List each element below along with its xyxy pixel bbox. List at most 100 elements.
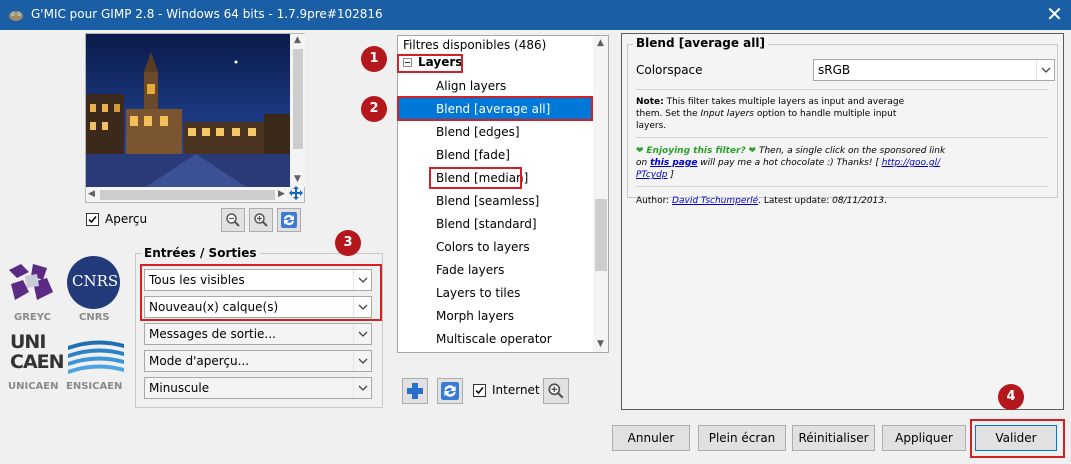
author-line: Author: David Tschumperlé. Latest update… <box>636 196 887 206</box>
filter-item[interactable]: Blend [seamless] <box>399 190 592 213</box>
filter-item[interactable]: Colors to layers <box>399 236 592 259</box>
preview-size-select[interactable]: Minuscule <box>144 377 372 399</box>
scroll-left-icon[interactable]: ◀ <box>88 189 95 199</box>
step-badge-4: 4 <box>998 384 1024 410</box>
ensicaen-logo-icon <box>68 340 124 374</box>
preview-vertical-scrollbar[interactable]: ▲ ▼ <box>291 34 305 187</box>
plus-icon <box>407 383 423 399</box>
filter-item[interactable]: Morph layers <box>399 305 592 328</box>
step-badge-3: 3 <box>335 230 361 256</box>
cnrs-mark: CNRS <box>72 272 119 290</box>
sponsor-line-2: on this page will pay me a hot chocolate… <box>636 158 941 168</box>
step-badge-1: 1 <box>361 46 387 72</box>
chevron-down-icon <box>353 351 371 371</box>
url-link[interactable]: http://goo.gl/ <box>882 158 940 168</box>
unicaen-label: UNICAEN <box>8 381 59 392</box>
highlight-box-median <box>429 167 522 189</box>
divider <box>636 186 1049 187</box>
title-bar: G'MIC pour GIMP 2.8 - Windows 64 bits - … <box>0 0 1071 30</box>
apercu-checkbox[interactable] <box>86 213 99 226</box>
move-icon[interactable] <box>289 186 303 200</box>
output-messages-select[interactable]: Messages de sortie... <box>144 323 372 345</box>
apply-button[interactable]: Appliquer <box>882 425 966 451</box>
sponsor-line-1: ❤ Enjoying this filter? ❤ Then, a single… <box>636 146 946 156</box>
scroll-down-icon[interactable]: ▼ <box>597 339 604 349</box>
preview-image[interactable] <box>86 34 290 187</box>
url-link-cont[interactable]: PTcydp <box>636 170 668 180</box>
filter-list-scrollbar[interactable]: ▲ ▼ <box>593 36 608 352</box>
scroll-right-icon[interactable]: ▶ <box>278 189 285 199</box>
close-icon[interactable]: ✕ <box>1038 0 1071 30</box>
preview-size-value: Minuscule <box>149 381 210 395</box>
filter-item-label: Fade layers <box>436 263 505 277</box>
colorspace-select[interactable]: sRGB <box>813 59 1055 81</box>
author-link[interactable]: David Tschumperlé <box>672 196 758 206</box>
greyc-label: GREYC <box>14 312 51 323</box>
note-line-2: them. Set the Input layers option to han… <box>636 109 897 119</box>
chevron-down-icon <box>353 324 371 344</box>
this-page-link[interactable]: this page <box>650 158 697 168</box>
io-group-title: Entrées / Sorties <box>141 246 260 260</box>
scroll-down-icon[interactable]: ▼ <box>294 174 301 184</box>
chevron-down-icon <box>353 378 371 398</box>
filter-item-label: Multiscale operator <box>436 332 552 346</box>
filter-item[interactable]: Fade layers <box>399 259 592 282</box>
filter-item-label: Layers to tiles <box>436 286 521 300</box>
scroll-thumb[interactable] <box>293 49 303 149</box>
refresh-icon <box>281 212 297 228</box>
sponsor-line-3: PTcydp ] <box>636 170 674 180</box>
filter-item[interactable]: Multiscale operator <box>399 328 592 351</box>
divider <box>636 89 1049 90</box>
greyc-logo-icon <box>9 264 53 300</box>
filter-item-label: Align layers <box>436 79 507 93</box>
divider <box>636 137 1049 138</box>
fullscreen-button[interactable]: Plein écran <box>698 425 786 451</box>
preview-mode-select[interactable]: Mode d'aperçu... <box>144 350 372 372</box>
internet-label: Internet <box>492 383 540 397</box>
cnrs-logo-icon: CNRS <box>67 256 120 309</box>
filter-count-header: Filtres disponibles (486) <box>403 38 547 52</box>
highlight-box-1 <box>397 54 463 73</box>
colorspace-label: Colorspace <box>636 63 703 77</box>
scroll-up-icon[interactable]: ▲ <box>294 35 301 45</box>
filter-title: Blend [average all] <box>633 36 768 50</box>
colorspace-value: sRGB <box>818 63 851 77</box>
refresh-filters-button[interactable] <box>437 378 463 404</box>
filter-item[interactable]: Blend [standard] <box>399 213 592 236</box>
apercu-label: Aperçu <box>105 212 148 226</box>
scroll-up-icon[interactable]: ▲ <box>597 38 604 48</box>
cancel-button[interactable]: Annuler <box>612 425 690 451</box>
filter-item-label: Blend [edges] <box>436 125 520 139</box>
highlight-box-2 <box>397 96 593 121</box>
zoom-in-icon <box>548 383 564 399</box>
unicaen-logo-icon: UNI CAEN <box>4 330 65 378</box>
refresh-preview-button[interactable] <box>277 208 301 232</box>
filter-item-label: Morph layers <box>436 309 515 323</box>
filter-item-label: Blend [standard] <box>436 217 537 231</box>
filter-item[interactable]: Align layers <box>399 75 592 98</box>
filter-item[interactable]: Layers to tiles <box>399 282 592 305</box>
zoom-filter-button[interactable] <box>543 378 569 404</box>
filter-item-label: Blend [fade] <box>436 148 510 162</box>
ensicaen-label: ENSICAEN <box>66 381 123 392</box>
zoom-out-icon <box>226 213 240 227</box>
heart-icon: ❤ <box>745 146 757 156</box>
filter-item[interactable]: Blend [fade] <box>399 144 592 167</box>
note-line-1: Note: This filter takes multiple layers … <box>636 97 905 107</box>
filter-item[interactable]: Blend [edges] <box>399 121 592 144</box>
internet-checkbox[interactable] <box>473 384 486 397</box>
scroll-thumb[interactable] <box>595 199 607 271</box>
refresh-icon <box>441 382 459 400</box>
filter-tree[interactable]: Filtres disponibles (486) Layers Align l… <box>397 35 609 353</box>
note-line-3: layers. <box>636 121 667 131</box>
zoom-in-button[interactable] <box>249 208 273 232</box>
preview-panel[interactable]: ▲ ▼ ◀ ▶ <box>85 33 305 203</box>
filter-item-label: Colors to layers <box>436 240 530 254</box>
preview-horizontal-scrollbar[interactable]: ◀ ▶ <box>86 187 290 202</box>
unicaen-mark: UNI CAEN <box>10 331 65 373</box>
heart-icon: ❤ <box>636 146 647 156</box>
scroll-thumb[interactable] <box>100 190 275 200</box>
zoom-out-button[interactable] <box>221 208 245 232</box>
reset-button[interactable]: Réinitialiser <box>792 425 875 451</box>
add-filter-button[interactable] <box>402 378 428 404</box>
